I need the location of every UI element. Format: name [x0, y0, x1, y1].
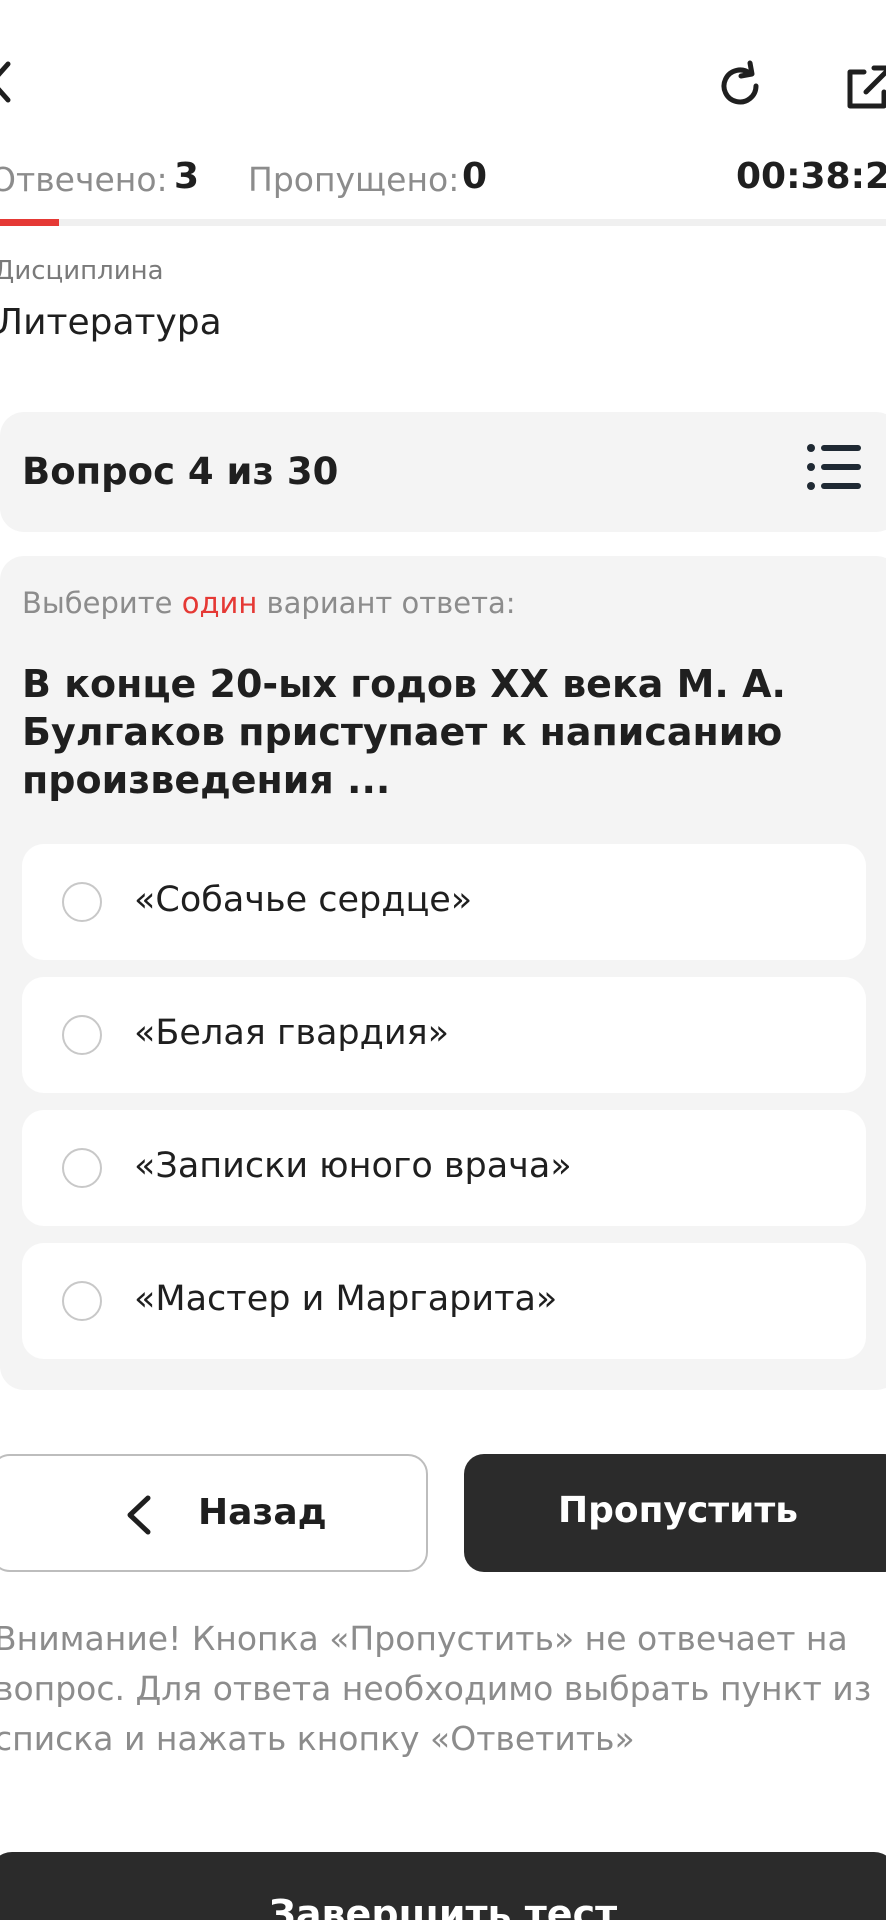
progress-fill — [0, 219, 60, 226]
radio-button[interactable] — [62, 1148, 102, 1188]
question-text: В конце 20-ых годов XX века М. А. Булгак… — [22, 662, 786, 802]
answer-option[interactable]: «Мастер и Маргарита» — [22, 1243, 866, 1359]
answer-option-label: «Белая гвардия» — [134, 1013, 450, 1053]
question-header: Вопрос 4 из 30 — [0, 412, 886, 532]
answer-option-label: «Записки юного врача» — [134, 1146, 572, 1186]
skipped-label: Пропущено: — [248, 160, 460, 199]
answer-instruction: Выберите один вариант ответа: — [22, 586, 516, 620]
radio-button[interactable] — [62, 1281, 102, 1321]
radio-button[interactable] — [62, 1015, 102, 1055]
back-button[interactable]: Назад — [0, 1454, 428, 1572]
instruction-after: вариант ответа: — [257, 586, 516, 620]
progress-bar — [0, 219, 886, 226]
refresh-icon[interactable] — [712, 58, 768, 114]
instruction-accent: один — [181, 586, 258, 620]
skip-button[interactable]: Пропустить — [464, 1454, 886, 1572]
back-button-label: Назад — [198, 1492, 327, 1533]
question-list-icon[interactable] — [806, 442, 862, 492]
instruction-before: Выберите — [22, 586, 182, 620]
answer-option-label: «Собачье сердце» — [134, 880, 473, 920]
finish-test-button-label: Завершить тест — [268, 1892, 618, 1920]
finish-test-button[interactable]: Завершить тест — [0, 1852, 886, 1920]
answer-option[interactable]: «Белая гвардия» — [22, 977, 866, 1093]
skip-button-label: Пропустить — [557, 1490, 799, 1531]
answered-count: 3 — [174, 156, 200, 197]
stats-row: Отвечено: 3 Пропущено: 0 00:38:27 — [0, 152, 886, 202]
skip-warning-text: Внимание! Кнопка «Пропустить» не отвечае… — [0, 1619, 872, 1758]
chevron-left-icon[interactable] — [0, 58, 26, 106]
answer-option[interactable]: «Записки юного врача» — [22, 1110, 866, 1226]
skipped-count: 0 — [462, 156, 488, 197]
top-bar — [0, 0, 886, 150]
radio-button[interactable] — [62, 882, 102, 922]
test-screen: Отвечено: 3 Пропущено: 0 00:38:27 Дисцип… — [0, 0, 886, 1920]
answer-option-label: «Мастер и Маргарита» — [134, 1279, 558, 1319]
chevron-left-icon — [127, 1495, 151, 1535]
discipline-label: Дисциплина — [0, 256, 164, 286]
answer-option[interactable]: «Собачье сердце» — [22, 844, 866, 960]
timer: 00:38:27 — [736, 156, 886, 197]
question-counter: Вопрос 4 из 30 — [22, 450, 339, 493]
discipline-value: Литература — [0, 302, 222, 343]
external-link-icon[interactable] — [842, 60, 886, 116]
answered-label: Отвечено: — [0, 160, 168, 199]
